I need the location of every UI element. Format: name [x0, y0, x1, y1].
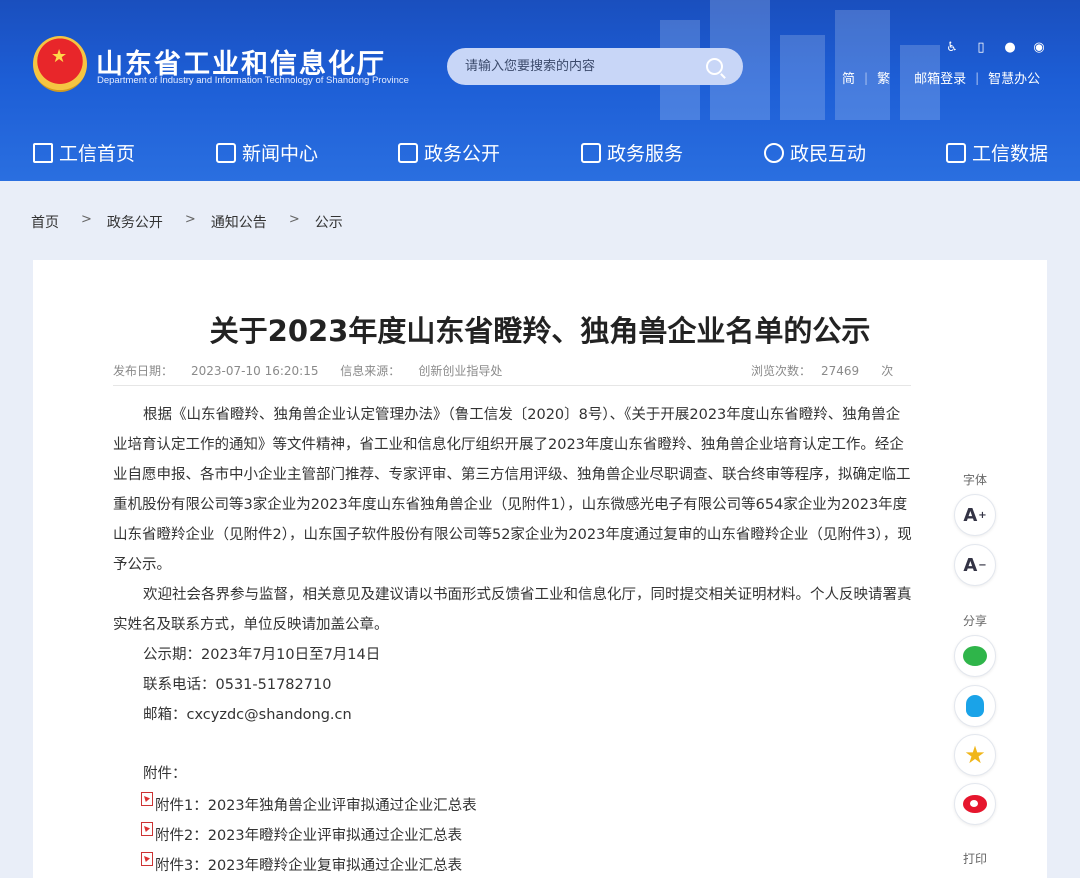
nav-item-gov-service[interactable]: 政务服务	[581, 139, 683, 166]
publicity-period: 公示期：2023年7月10日至7月14日	[143, 647, 381, 663]
article-title: 关于2023年度山东省瞪羚、独角兽企业名单的公示	[209, 314, 871, 348]
nav-label: 政务服务	[607, 143, 684, 165]
star-icon: ★	[964, 741, 986, 769]
contact-phone: 联系电话：0531-51782710	[143, 677, 332, 693]
views-label: 浏览次数：	[751, 364, 812, 378]
nav-label: 工信首页	[59, 143, 136, 165]
pdf-icon	[141, 852, 153, 866]
breadcrumb-notices[interactable]: 通知公告	[211, 212, 267, 232]
nav-label: 政民互动	[790, 143, 867, 165]
nav-item-home[interactable]: 工信首页	[33, 139, 135, 166]
weibo-icon[interactable]: ◉	[1031, 40, 1047, 56]
font-decrease-button[interactable]: A −	[954, 544, 996, 586]
breadcrumb-separator: >	[81, 212, 92, 227]
traditional-link[interactable]: 繁	[877, 68, 890, 87]
nav-item-interaction[interactable]: 政民互动	[764, 139, 866, 166]
nav-label: 政务公开	[424, 143, 501, 165]
site-header: ★ 山东省工业和信息化厅 Department of Industry and …	[0, 0, 1080, 181]
weibo-icon	[963, 795, 987, 813]
service-icon	[581, 142, 601, 163]
wechat-icon	[963, 646, 987, 666]
top-icon-bar: ♿ ▯ ● ◉	[944, 40, 1047, 56]
qq-icon	[966, 695, 984, 717]
font-increase-button[interactable]: A +	[954, 494, 996, 536]
pdf-icon	[141, 822, 153, 836]
views-unit: 次	[881, 364, 894, 378]
divider	[113, 385, 911, 386]
chat-icon	[764, 142, 784, 163]
smart-office-link[interactable]: 智慧办公	[988, 68, 1040, 87]
favorite-button[interactable]: ★	[954, 734, 996, 776]
views-value: 27469	[821, 364, 860, 378]
nav-item-data[interactable]: 工信数据	[946, 139, 1048, 166]
view-count: 浏览次数： 27469 次	[751, 362, 893, 379]
mail-login-link[interactable]: 邮箱登录	[914, 68, 966, 87]
attachment-link[interactable]: 附件1：2023年独角兽企业评审拟通过企业汇总表	[141, 792, 477, 815]
share-weibo-button[interactable]	[954, 783, 996, 825]
minus-icon: −	[978, 559, 987, 571]
monitor-icon	[398, 142, 418, 163]
breadcrumb-home[interactable]: 首页	[31, 212, 59, 232]
nav-label: 新闻中心	[242, 143, 319, 165]
top-links: 简 | 繁 邮箱登录 | 智慧办公	[842, 68, 1040, 88]
nav-item-news[interactable]: 新闻中心	[216, 139, 318, 166]
share-label: 分享	[962, 614, 987, 628]
search-input[interactable]	[465, 56, 695, 77]
source-value: 创新创业指导处	[418, 364, 503, 378]
main-nav: 工信首页 新闻中心 政务公开 政务服务 政民互动 工信数据	[0, 126, 1080, 181]
simplified-link[interactable]: 简	[842, 68, 855, 87]
article-meta: 发布日期： 2023-07-10 16:20:15 信息来源： 创新创业指导处	[113, 362, 502, 379]
nav-label: 工信数据	[972, 143, 1049, 165]
divider: |	[975, 70, 980, 85]
article-panel: 关于2023年度山东省瞪羚、独角兽企业名单的公示 发布日期： 2023-07-10…	[33, 260, 1047, 878]
font-down-glyph: A	[963, 554, 978, 576]
attachment-link[interactable]: 附件3：2023年瞪羚企业复审拟通过企业汇总表	[141, 852, 462, 875]
mobile-icon[interactable]: ▯	[973, 40, 989, 56]
pdf-icon	[141, 792, 153, 806]
accessibility-icon[interactable]: ♿	[944, 40, 960, 56]
news-icon	[216, 142, 236, 163]
contact-email: 邮箱：cxcyzdc@shandong.cn	[143, 707, 352, 723]
share-qq-button[interactable]	[954, 685, 996, 727]
attachment-link[interactable]: 附件2：2023年瞪羚企业评审拟通过企业汇总表	[141, 822, 462, 845]
site-subtitle: Department of Industry and Information T…	[97, 75, 409, 86]
plus-icon: +	[978, 509, 987, 521]
database-icon	[946, 142, 966, 163]
breadcrumb-publicity[interactable]: 公示	[315, 212, 343, 232]
attachment-label[interactable]: 附件1：2023年独角兽企业评审拟通过企业汇总表	[155, 794, 477, 815]
publish-date: 2023-07-10 16:20:15	[191, 364, 319, 378]
search-box	[447, 48, 743, 85]
font-up-glyph: A	[963, 504, 978, 526]
national-emblem-logo[interactable]: ★	[33, 36, 87, 92]
attachment-label[interactable]: 附件3：2023年瞪羚企业复审拟通过企业汇总表	[155, 854, 462, 875]
attachments-label: 附件：	[143, 766, 187, 782]
breadcrumb-separator: >	[184, 212, 196, 227]
article-body: 根据《山东省瞪羚、独角兽企业认定管理办法》（鲁工信发〔2020〕8号）、《关于开…	[113, 400, 913, 730]
breadcrumb-separator: >	[288, 212, 300, 227]
publish-label: 发布日期：	[113, 364, 174, 378]
breadcrumb: 首页 > 政务公开 > 通知公告 > 公示	[31, 212, 343, 232]
share-wechat-button[interactable]	[954, 635, 996, 677]
breadcrumb-gov-affairs[interactable]: 政务公开	[107, 212, 163, 232]
home-icon	[33, 142, 53, 163]
source-label: 信息来源：	[340, 364, 401, 378]
wechat-icon[interactable]: ●	[1002, 40, 1018, 56]
divider: |	[864, 70, 869, 85]
paragraph: 欢迎社会各界参与监督，相关意见及建议请以书面形式反馈省工业和信息化厅，同时提交相…	[113, 587, 912, 633]
font-label: 字体	[962, 473, 987, 487]
paragraph: 根据《山东省瞪羚、独角兽企业认定管理办法》（鲁工信发〔2020〕8号）、《关于开…	[113, 407, 912, 573]
print-label[interactable]: 打印	[953, 850, 997, 867]
search-icon[interactable]	[706, 58, 723, 75]
attachment-label[interactable]: 附件2：2023年瞪羚企业评审拟通过企业汇总表	[155, 824, 462, 845]
nav-item-gov-affairs[interactable]: 政务公开	[398, 139, 500, 166]
